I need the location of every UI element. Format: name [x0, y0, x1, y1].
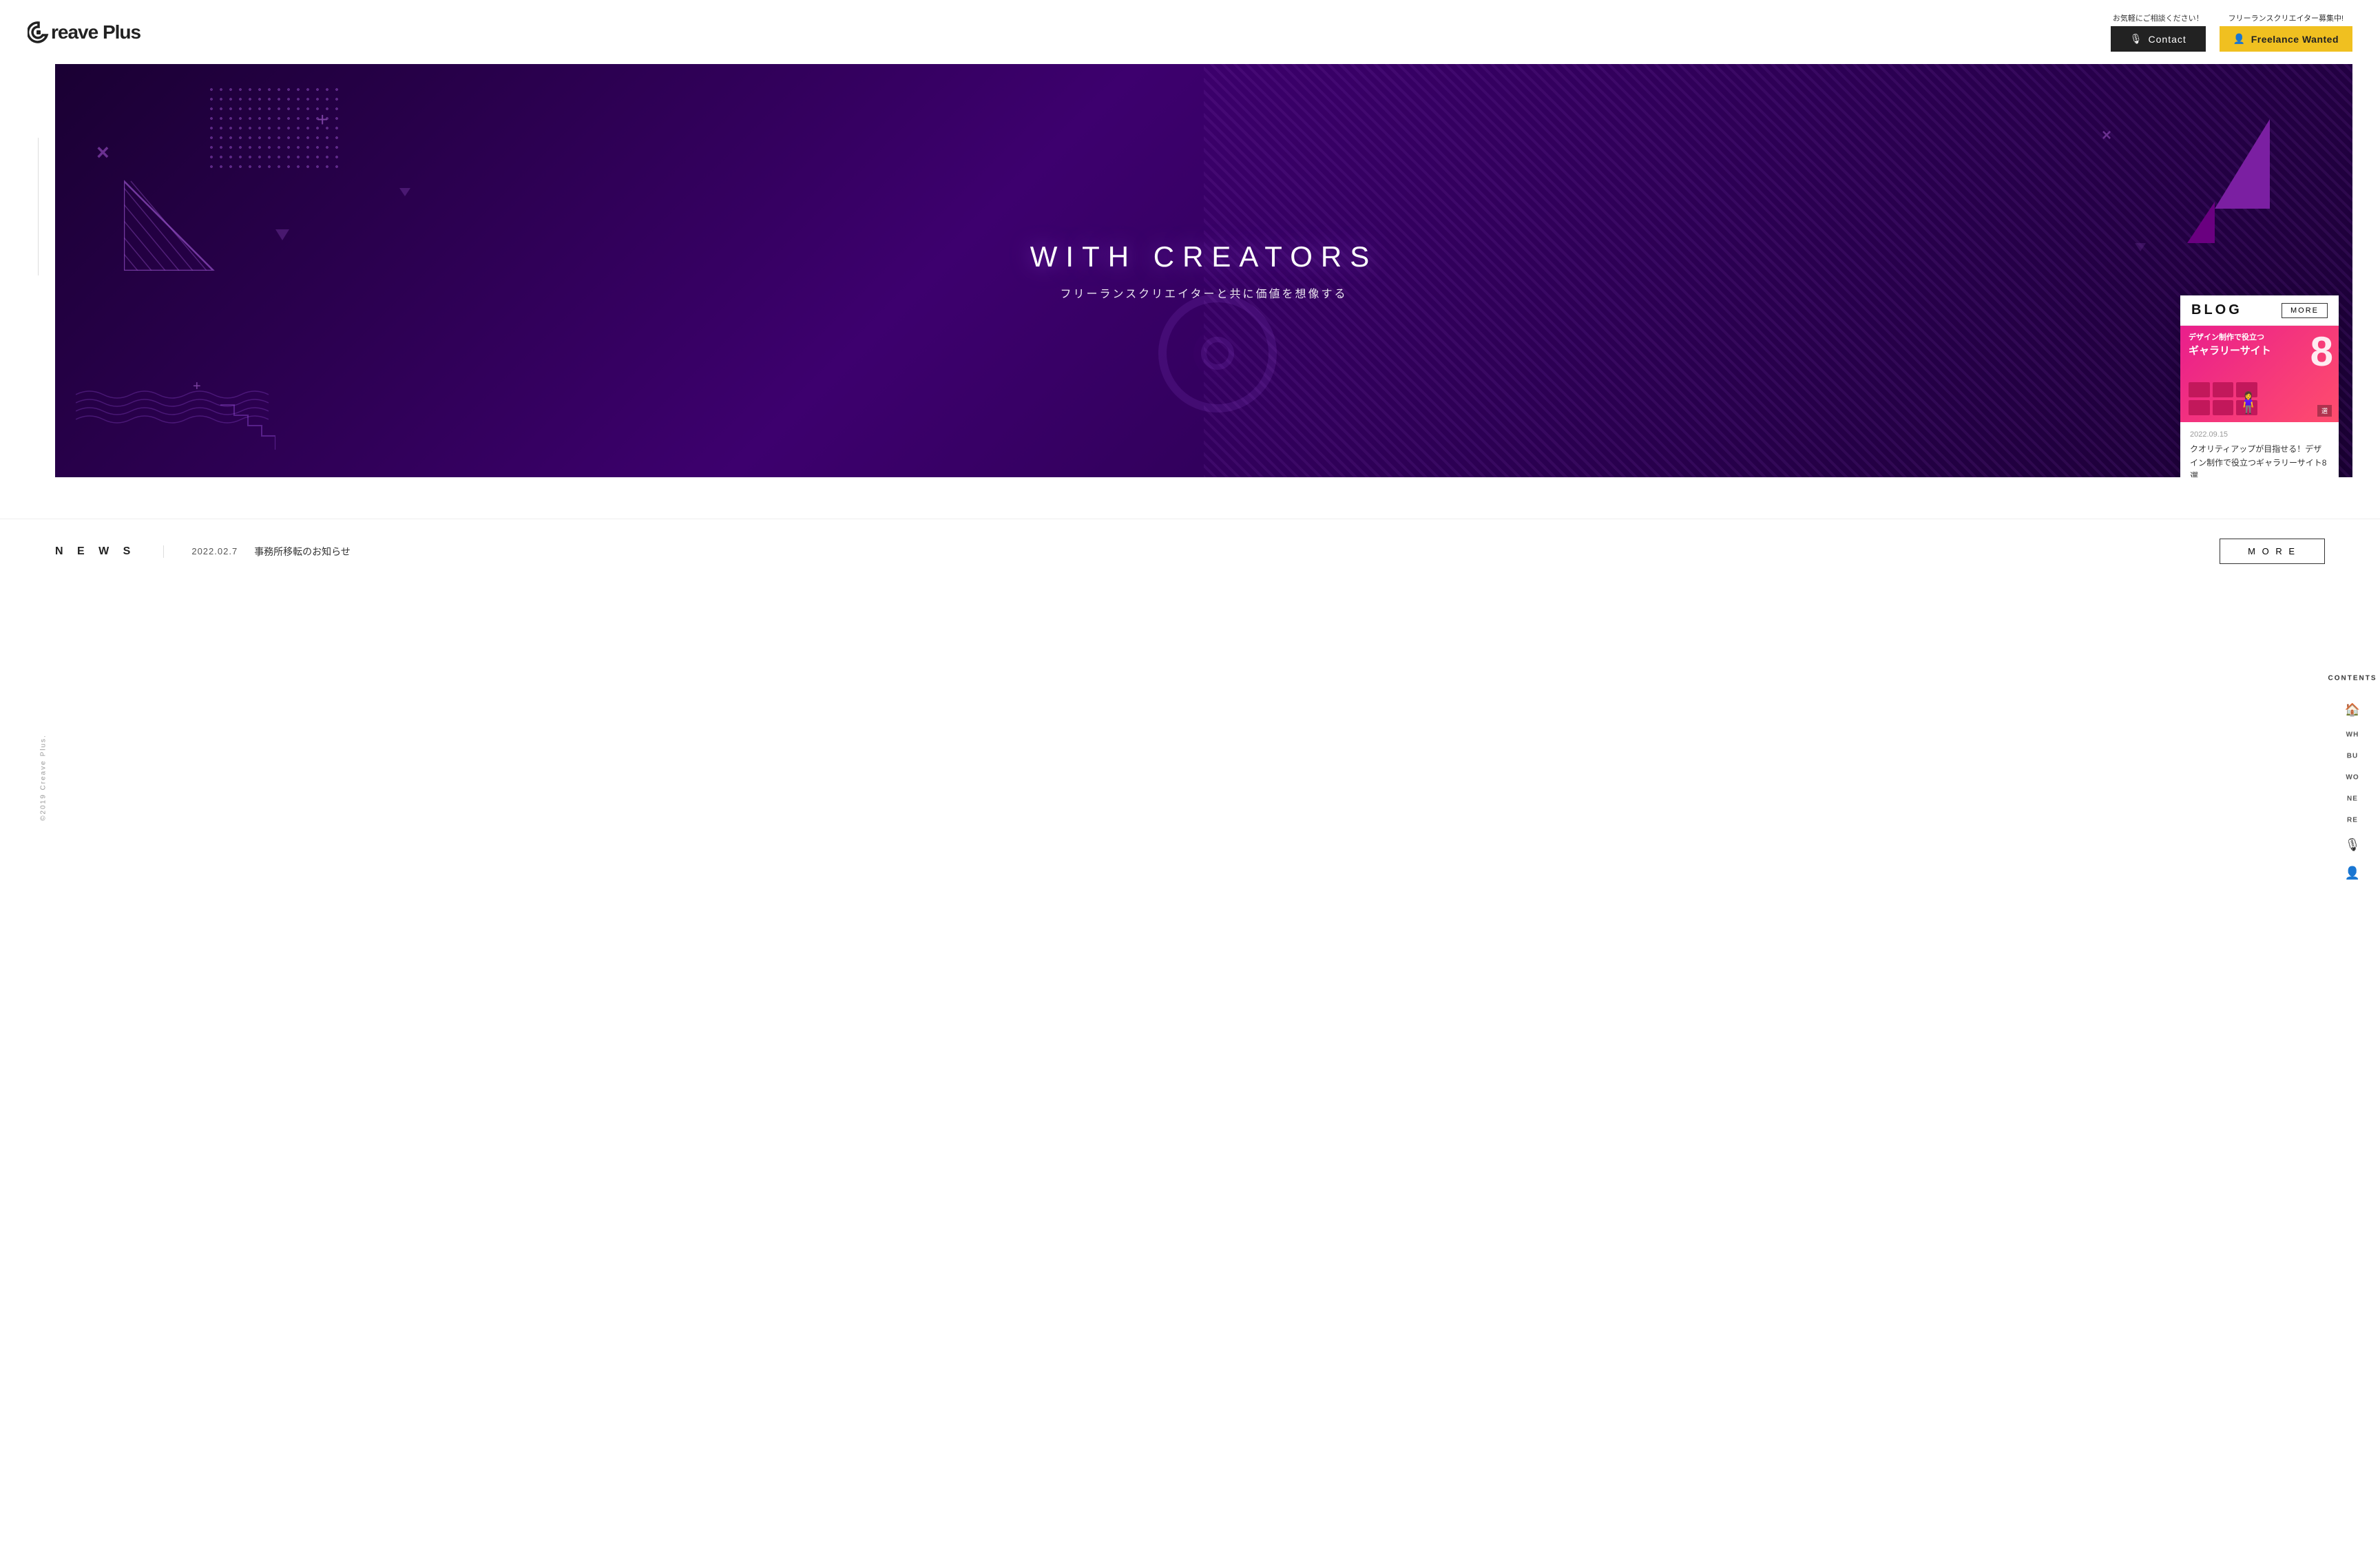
freelance-nav-icon: 👤 [2345, 866, 2360, 881]
hero-text: WITH CREATORS フリーランスクリエイターと共に価値を想像する [1030, 240, 1377, 301]
hero-title: WITH CREATORS [1030, 240, 1377, 273]
vert-line-decor [38, 138, 39, 275]
x-mark-2: × [2102, 126, 2111, 145]
nav-news[interactable]: NE [2347, 795, 2358, 803]
blog-date: 2022.09.15 [2190, 430, 2329, 439]
blog-figure: 🧍‍♀️ [2235, 391, 2261, 415]
nav-works-abbr: WO [2346, 774, 2359, 782]
hero-logo-watermark [1149, 284, 1286, 422]
grid-item-5 [2213, 400, 2234, 415]
freelance-button[interactable]: 👤 Freelance Wanted [2220, 26, 2352, 52]
freelance-group: フリーランスクリエイター募集中! 👤 Freelance Wanted [2220, 12, 2352, 52]
blog-more-button[interactable]: MORE [2282, 303, 2328, 318]
copyright-text: ©2019 Creave Plus. [39, 734, 47, 821]
news-label: N E W S [55, 545, 164, 558]
contact-btn-text: Contact [2149, 34, 2186, 45]
small-tri-3 [2135, 243, 2146, 251]
blog-thumb-number: 8 [2310, 331, 2333, 373]
x-mark-1: × [96, 140, 109, 165]
news-date: 2022.02.7 [191, 546, 238, 556]
copyright: ©2019 Creave Plus. [39, 734, 47, 821]
news-text: 事務所移転のお知らせ [254, 545, 2220, 559]
nav-business-abbr: BU [2347, 753, 2358, 760]
grid-item-1 [2189, 382, 2210, 397]
small-tri-2 [399, 188, 410, 196]
nav-home[interactable]: 🏠 [2345, 703, 2360, 718]
blog-thumb-text: デザイン制作で役立つ ギャラリーサイト [2189, 333, 2271, 357]
plus-1: + [317, 109, 328, 131]
hero-subtitle: フリーランスクリエイターと共に価値を想像する [1030, 284, 1377, 301]
grid-item-2 [2213, 382, 2234, 397]
contact-icon: 🎙 [2130, 33, 2143, 45]
triangle-outline [124, 174, 234, 271]
sidebar-nav: CONTENTS 🏠 WH BU WO NE RE 🎙 👤 [2325, 675, 2380, 881]
hero-section: × × + + + [55, 64, 2352, 477]
blog-description: クオリティアップが目指せる！デザイン制作で役立つギャラリーサイト8選 [2190, 443, 2329, 477]
nav-what-abbr: WH [2346, 731, 2359, 739]
purple-triangle [2215, 119, 2270, 209]
contact-group: お気軽にご相談ください！ 🎙 Contact [2111, 12, 2206, 52]
blog-meta: 2022.09.15 クオリティアップが目指せる！デザイン制作で役立つギャラリー… [2180, 422, 2339, 477]
home-icon: 🏠 [2345, 703, 2360, 718]
header-actions: お気軽にご相談ください！ 🎙 Contact フリーランスクリエイター募集中! … [2111, 12, 2352, 52]
logo-icon [28, 21, 50, 43]
nav-contact[interactable]: 🎙 [2345, 838, 2361, 853]
contact-nav-icon: 🎙 [2345, 838, 2361, 853]
blog-thumb-line2: ギャラリーサイト [2189, 345, 2271, 357]
news-more-button[interactable]: M O R E [2220, 539, 2325, 564]
dots-decor [207, 85, 344, 174]
header: reave Plus お気軽にご相談ください！ 🎙 Contact フリーランス… [0, 0, 2380, 64]
nav-recruit[interactable]: RE [2347, 817, 2358, 824]
nav-news-abbr: NE [2347, 795, 2358, 803]
contact-button[interactable]: 🎙 Contact [2111, 26, 2206, 52]
blog-thumbnail[interactable]: デザイン制作で役立つ ギャラリーサイト 8 選 🧍‍♀️ [2180, 326, 2339, 422]
freelance-btn-text: Freelance Wanted [2251, 34, 2339, 45]
blog-heading: BLOG [2191, 302, 2242, 318]
wavy-lines [76, 388, 269, 429]
small-tri-1 [275, 229, 289, 240]
freelance-label: フリーランスクリエイター募集中! [2228, 12, 2344, 23]
nav-recruit-abbr: RE [2347, 817, 2358, 824]
nav-what[interactable]: WH [2346, 731, 2359, 739]
blog-thumb-line1: デザイン制作で役立つ [2189, 333, 2264, 342]
freelance-icon: 👤 [2233, 33, 2246, 45]
small-triangle [2187, 202, 2215, 243]
contact-label: お気軽にご相談ください！ [2113, 12, 2204, 23]
logo-text: reave Plus [51, 21, 140, 43]
news-bar: N E W S 2022.02.7 事務所移転のお知らせ M O R E [0, 519, 2380, 583]
plus-3: + [193, 379, 201, 395]
staircase [220, 401, 275, 450]
nav-freelance[interactable]: 👤 [2345, 866, 2360, 881]
nav-business[interactable]: BU [2347, 753, 2358, 760]
contents-label: CONTENTS [2328, 675, 2377, 682]
nav-works[interactable]: WO [2346, 774, 2359, 782]
blog-thumb-badge: 選 [2317, 405, 2332, 417]
logo[interactable]: reave Plus [28, 21, 140, 43]
blog-card-header: BLOG MORE [2180, 295, 2339, 326]
blog-card: BLOG MORE デザイン制作で役立つ ギャラリーサイト 8 選 🧍‍♀️ [2180, 295, 2339, 477]
grid-item-4 [2189, 400, 2210, 415]
